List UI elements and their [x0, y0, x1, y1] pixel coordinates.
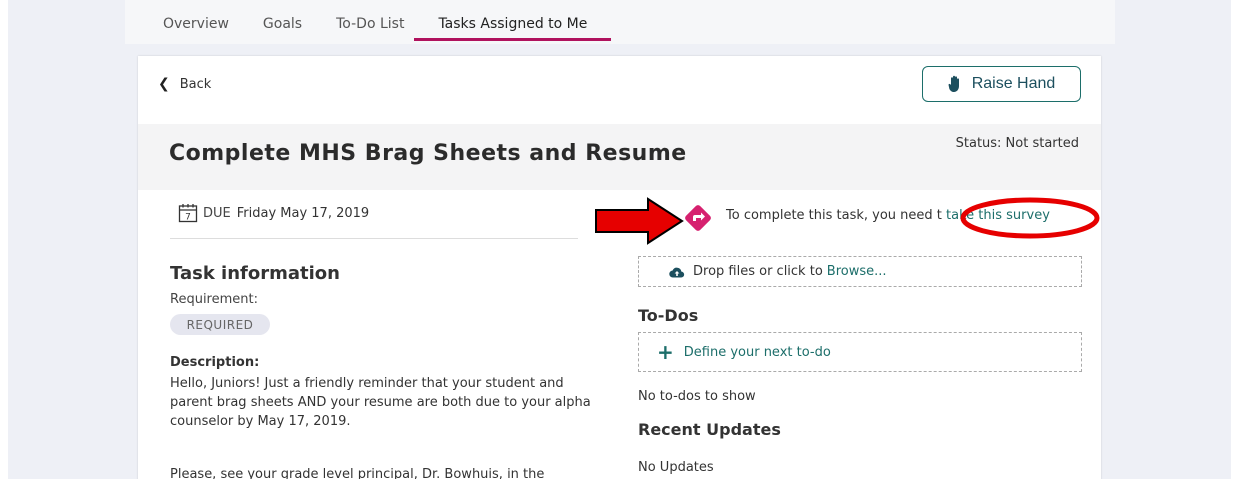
due-date-value: Friday May 17, 2019 [236, 205, 370, 221]
define-todo-button[interactable]: + Define your next to-do [638, 332, 1082, 372]
divider [170, 238, 578, 239]
calendar-icon: 7 [178, 203, 198, 223]
dropzone-prompt: Drop files or click to [693, 264, 823, 279]
calendar-day: 7 [185, 213, 191, 223]
no-todos-text: No to-dos to show [638, 389, 756, 404]
tab-tasks-assigned[interactable]: Tasks Assigned to Me [414, 0, 612, 44]
status-text: Status: Not started [955, 136, 1079, 151]
description-label: Description: [170, 355, 260, 370]
task-card: ❮ Back Raise Hand Complete MHS Brag Shee… [138, 56, 1101, 479]
hand-icon [948, 75, 962, 93]
raise-hand-label: Raise Hand [971, 75, 1056, 92]
raise-hand-button[interactable]: Raise Hand [922, 66, 1081, 102]
plus-icon: + [657, 340, 674, 364]
description-text-more: Please, see your grade level principal, … [170, 467, 545, 479]
chevron-left-icon: ❮ [158, 76, 170, 92]
survey-diamond-icon [685, 205, 711, 231]
red-circle-annotation-icon [960, 197, 1100, 239]
todos-heading: To-Dos [638, 306, 699, 325]
task-information-heading: Task information [170, 263, 340, 284]
survey-text: To complete this task, you need t [726, 208, 942, 223]
define-todo-label: Define your next to-do [683, 344, 831, 360]
requirement-label: Requirement: [170, 292, 258, 307]
due-date: 7 DUE Friday May 17, 2019 [178, 203, 369, 223]
file-dropzone[interactable]: Drop files or click to Browse... [638, 256, 1082, 287]
browse-link[interactable]: Browse... [827, 264, 887, 279]
tab-goals[interactable]: Goals [263, 0, 302, 44]
description-text: Hello, Juniors! Just a friendly reminder… [170, 376, 591, 429]
required-badge: REQUIRED [170, 314, 270, 335]
tab-overview[interactable]: Overview [163, 0, 229, 44]
red-arrow-annotation-icon [595, 197, 684, 245]
tab-bar: Overview Goals To-Do List Tasks Assigned… [125, 0, 1115, 44]
task-title: Complete MHS Brag Sheets and Resume [169, 141, 687, 166]
no-updates-text: No Updates [638, 460, 714, 475]
cloud-upload-icon [669, 266, 685, 278]
back-link[interactable]: ❮ Back [158, 76, 211, 92]
back-label: Back [179, 76, 212, 92]
recent-updates-heading: Recent Updates [638, 420, 781, 439]
task-title-band: Complete MHS Brag Sheets and Resume Stat… [138, 124, 1101, 190]
tab-todo-list[interactable]: To-Do List [336, 0, 404, 44]
due-label: DUE [203, 205, 231, 221]
